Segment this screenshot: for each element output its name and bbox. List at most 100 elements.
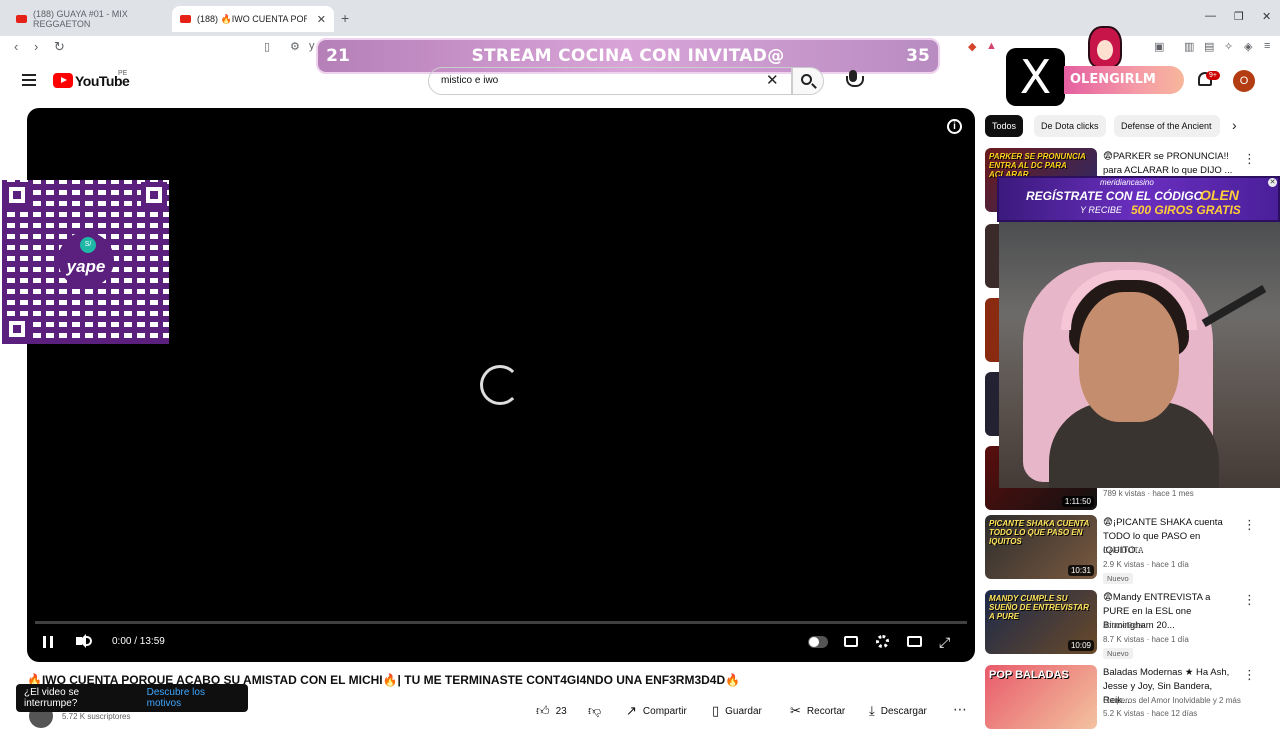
clip-button[interactable]: ✂ Recortar — [790, 700, 845, 722]
share-icon: ↗ — [626, 703, 637, 718]
youtube-logo-icon[interactable] — [53, 73, 73, 88]
extensions-icon[interactable]: ▣ — [1154, 40, 1164, 53]
chip-todos[interactable]: Todos — [985, 115, 1024, 137]
new-tab-icon[interactable]: + — [341, 10, 349, 26]
playback-issue-toast: ¿El video se interrumpe? Descubre los mo… — [16, 684, 248, 712]
forward-icon[interactable]: › — [34, 39, 38, 54]
leo-icon[interactable]: ✧ — [1224, 40, 1233, 53]
bookmark-icon[interactable]: ▯ — [264, 40, 270, 53]
yape-badge: S/ — [80, 237, 96, 253]
hamburger-menu-icon[interactable] — [22, 74, 36, 86]
back-icon[interactable]: ‹ — [14, 39, 18, 54]
dislike-button[interactable]: 👎︎ — [588, 700, 601, 722]
banner-title: STREAM COCINA CON INVITAD@ — [471, 46, 785, 66]
recommended-meta: 8.7 K vistas · hace 1 día — [1103, 635, 1189, 644]
pause-icon[interactable] — [43, 636, 53, 648]
search-icon[interactable] — [801, 74, 812, 85]
chevron-right-icon[interactable]: › — [1232, 117, 1237, 133]
toast-link[interactable]: Descubre los motivos — [147, 687, 240, 709]
subtitles-icon[interactable] — [844, 636, 858, 647]
fullscreen-icon[interactable]: ⤢ — [939, 634, 950, 651]
progress-bar[interactable] — [35, 621, 967, 624]
duration-badge: 10:31 — [1067, 565, 1094, 576]
download-button[interactable]: ⤓ Descargar — [869, 700, 927, 722]
recommended-channel[interactable]: CAPIDOTA — [1103, 544, 1143, 557]
notifications-badge: 9+ — [1206, 71, 1220, 80]
recommended-thumbnail[interactable]: PICANTE SHAKA CUENTA TODO LO QUE PASO EN… — [985, 515, 1097, 579]
tab-label: (188) GUAYA #01 - MIX REGGAETON — [33, 9, 128, 29]
thumbs-up-icon: 👍︎ — [536, 703, 550, 718]
save-icon: ▯ — [712, 703, 720, 718]
more-options-icon[interactable]: ⋮ — [1243, 667, 1256, 683]
time-display: 0:00 / 13:59 — [112, 636, 165, 647]
address-bar[interactable]: y — [309, 40, 315, 52]
sidebar-icon[interactable]: ▥ — [1184, 40, 1194, 53]
recommended-thumbnail-partial[interactable] — [985, 224, 999, 288]
scissors-icon: ✂ — [790, 703, 801, 718]
x-logo-icon: X — [1006, 48, 1065, 106]
close-tab-icon[interactable]: ✕ — [317, 13, 326, 26]
brave-shield-icon[interactable]: ◆ — [968, 40, 976, 53]
download-label: Descargar — [880, 705, 927, 717]
thumbs-down-icon: 👎︎ — [588, 703, 602, 718]
ad-close-icon[interactable]: ✕ — [1268, 178, 1277, 187]
ad-subline: Y RECIBE — [1080, 205, 1122, 215]
settings-gear-icon[interactable] — [876, 635, 889, 648]
recommended-title[interactable]: 😨PARKER se PRONUNCIA!! para ACLARAR lo q… — [1103, 150, 1235, 178]
chip-defense-of-the-ancients[interactable]: Defense of the Ancient — [1114, 115, 1220, 137]
banner-left-number: 21 — [326, 46, 350, 66]
tab-guaya-mix[interactable]: (188) GUAYA #01 - MIX REGGAETON — [8, 6, 170, 32]
like-button[interactable]: 👍︎ 23 — [536, 700, 567, 722]
minimize-icon[interactable]: — — [1205, 10, 1216, 22]
save-label: Guardar — [725, 705, 762, 717]
more-options-icon[interactable]: ⋮ — [1243, 517, 1256, 533]
recommended-channel[interactable]: JotaceDota — [1103, 619, 1143, 632]
tab-iwo-video[interactable]: (188) 🔥IWO CUENTA PORQUE A ✕ — [172, 6, 334, 32]
close-window-icon[interactable]: ✕ — [1262, 10, 1271, 23]
youtube-favicon-icon — [180, 15, 191, 23]
recommended-thumbnail[interactable]: POP BALADAS — [985, 665, 1097, 729]
share-button[interactable]: ↗ Compartir — [626, 700, 687, 722]
streamer-avatar-art — [1088, 26, 1122, 68]
more-options-icon[interactable]: ⋮ — [1243, 151, 1256, 167]
recommended-channel[interactable]: Gruperos del Amor Inolvidable y 2 más — [1103, 694, 1241, 707]
clip-label: Recortar — [806, 705, 846, 717]
toast-text: ¿El video se interrumpe? — [24, 687, 80, 709]
autoplay-toggle[interactable] — [808, 636, 828, 648]
search-input[interactable]: mistico e iwo — [428, 67, 792, 95]
webcam-overlay — [999, 222, 1280, 488]
streamer-nametag: OLENGIRLM — [1064, 66, 1184, 94]
vpn-icon[interactable]: ◈ — [1244, 40, 1252, 53]
rewards-icon[interactable]: ▲ — [986, 40, 997, 52]
site-info-icon[interactable]: ⚙ — [290, 40, 300, 53]
banner-right-number: 35 — [906, 46, 930, 66]
volume-icon[interactable] — [76, 634, 86, 648]
account-avatar[interactable]: O — [1233, 70, 1255, 92]
recommended-thumbnail[interactable]: MANDY CUMPLE SU SUEÑO DE ENTREVISTAR A P… — [985, 590, 1097, 654]
clear-search-icon[interactable]: ✕ — [766, 71, 779, 89]
menu-icon[interactable]: ≡ — [1264, 40, 1270, 52]
recommended-meta: 5.2 K vistas · hace 12 días — [1103, 709, 1198, 718]
more-actions-icon[interactable]: ⋯ — [953, 701, 967, 718]
chip-de-dota-clicks[interactable]: De Dota clicks — [1034, 115, 1106, 137]
browser-tab-bar: (188) GUAYA #01 - MIX REGGAETON (188) 🔥I… — [0, 0, 1280, 36]
recommended-meta: 2.9 K vistas · hace 1 día — [1103, 560, 1189, 569]
qr-finder-pattern — [141, 182, 167, 208]
save-button[interactable]: ▯ Guardar — [712, 700, 762, 722]
reload-icon[interactable]: ↻ — [54, 39, 65, 55]
ad-offer: 500 GIROS GRATIS — [1131, 203, 1241, 217]
voice-search-icon[interactable] — [844, 70, 864, 90]
ad-brand: meridiancasino — [1100, 178, 1154, 187]
like-count: 23 — [555, 705, 567, 717]
microphone-arm — [1201, 285, 1267, 327]
recommended-thumbnail-partial[interactable] — [985, 372, 999, 436]
ad-promo-code: OLEN — [1200, 187, 1239, 203]
theater-mode-icon[interactable] — [907, 636, 922, 647]
wallet-icon[interactable]: ▤ — [1204, 40, 1214, 53]
info-icon[interactable]: i — [947, 119, 962, 134]
more-options-icon[interactable]: ⋮ — [1243, 592, 1256, 608]
tab-label: (188) 🔥IWO CUENTA PORQUE A — [197, 13, 307, 24]
qr-finder-pattern — [4, 182, 30, 208]
restore-icon[interactable]: ❐ — [1234, 10, 1244, 23]
recommended-thumbnail-partial[interactable] — [985, 298, 999, 362]
